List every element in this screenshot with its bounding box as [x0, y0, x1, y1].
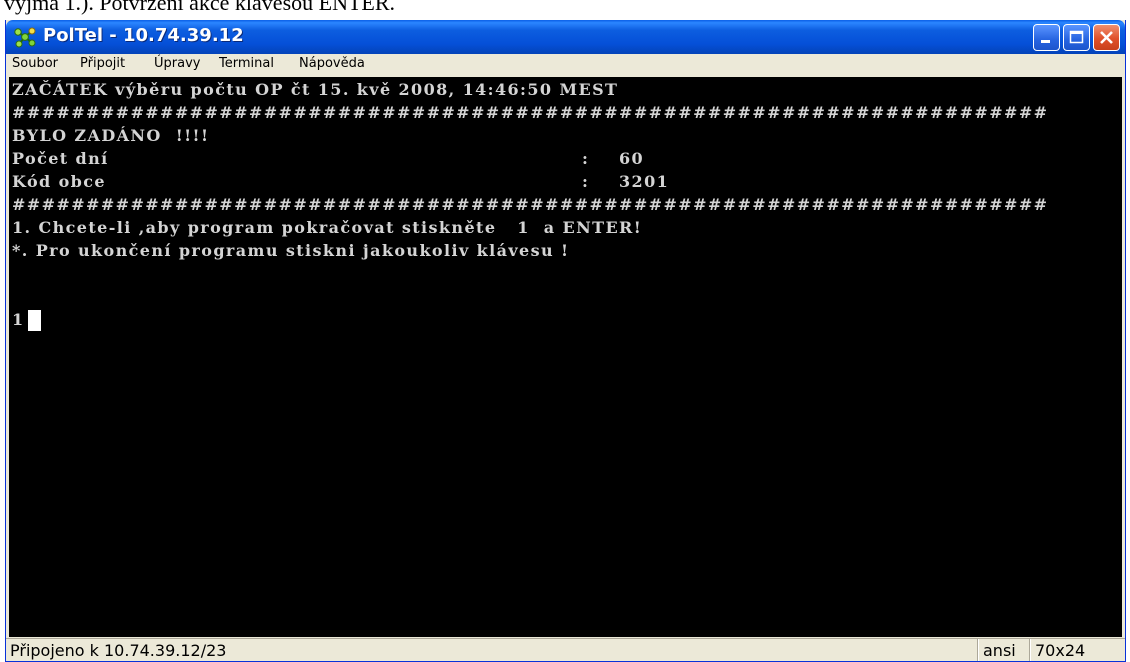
- close-button[interactable]: [1093, 24, 1120, 51]
- field-value-kod-obce: 3201: [619, 172, 670, 191]
- field-value-pocet-dni: 60: [619, 149, 645, 168]
- terminal-entered-notice: BYLO ZADÁNO !!!!: [12, 126, 210, 145]
- document-fragment: výjma 1.). Potvrzení akce klávesou ENTER…: [0, 0, 1130, 20]
- menu-bar: Soubor Připojit Úpravy Terminal Nápověda: [6, 54, 1125, 75]
- terminal-separator-line: ########################################…: [12, 103, 1049, 122]
- status-bar: Připojeno k 10.74.39.12/23 ansi 70x24: [6, 638, 1125, 661]
- minimize-icon: [1041, 40, 1050, 43]
- status-encoding: ansi: [983, 641, 1016, 660]
- menu-napoveda[interactable]: Nápověda: [299, 56, 365, 71]
- status-size: 70x24: [1035, 641, 1086, 660]
- option-continue-line: 1. Chcete-li ,aby program pokračovat sti…: [12, 218, 643, 237]
- status-connection-panel: Připojeno k 10.74.39.12/23: [7, 639, 978, 661]
- menu-soubor[interactable]: Soubor: [12, 56, 58, 71]
- status-connection: Připojeno k 10.74.39.12/23: [10, 641, 227, 660]
- status-encoding-panel: ansi: [978, 639, 1030, 661]
- minimize-button[interactable]: [1033, 24, 1060, 51]
- terminal-window: PolTel - 10.74.39.12 Soubor Připojit Úpr…: [5, 20, 1126, 662]
- window-title: PolTel - 10.74.39.12: [43, 25, 244, 46]
- field-separator-kod-obce: :: [582, 172, 590, 191]
- menu-pripojit[interactable]: Připojit: [80, 56, 125, 71]
- field-label-pocet-dni: Počet dní: [12, 149, 109, 168]
- status-size-panel: 70x24: [1030, 639, 1125, 661]
- terminal-separator-line-2: ########################################…: [12, 195, 1049, 214]
- menu-upravy[interactable]: Úpravy: [154, 56, 200, 71]
- maximize-button[interactable]: [1063, 24, 1090, 51]
- option-quit-line: *. Pro ukončení programu stiskni jakouko…: [12, 241, 570, 260]
- terminal-input-value: 1: [12, 310, 25, 329]
- field-separator-pocet-dni: :: [582, 149, 590, 168]
- title-bar[interactable]: PolTel - 10.74.39.12: [6, 20, 1125, 54]
- poltel-network-icon: [14, 27, 36, 48]
- document-fragment-text: výjma 1.). Potvrzení akce klávesou ENTER…: [4, 0, 396, 15]
- close-icon: [1100, 31, 1113, 44]
- field-label-kod-obce: Kód obce: [12, 172, 106, 191]
- terminal-cursor: [28, 310, 41, 331]
- menu-terminal[interactable]: Terminal: [219, 56, 274, 71]
- terminal-header-line: ZAČÁTEK výběru počtu OP čt 15. kvě 2008,…: [12, 80, 619, 99]
- terminal-screen[interactable]: ZAČÁTEK výběru počtu OP čt 15. kvě 2008,…: [9, 77, 1122, 637]
- maximize-icon: [1069, 30, 1084, 44]
